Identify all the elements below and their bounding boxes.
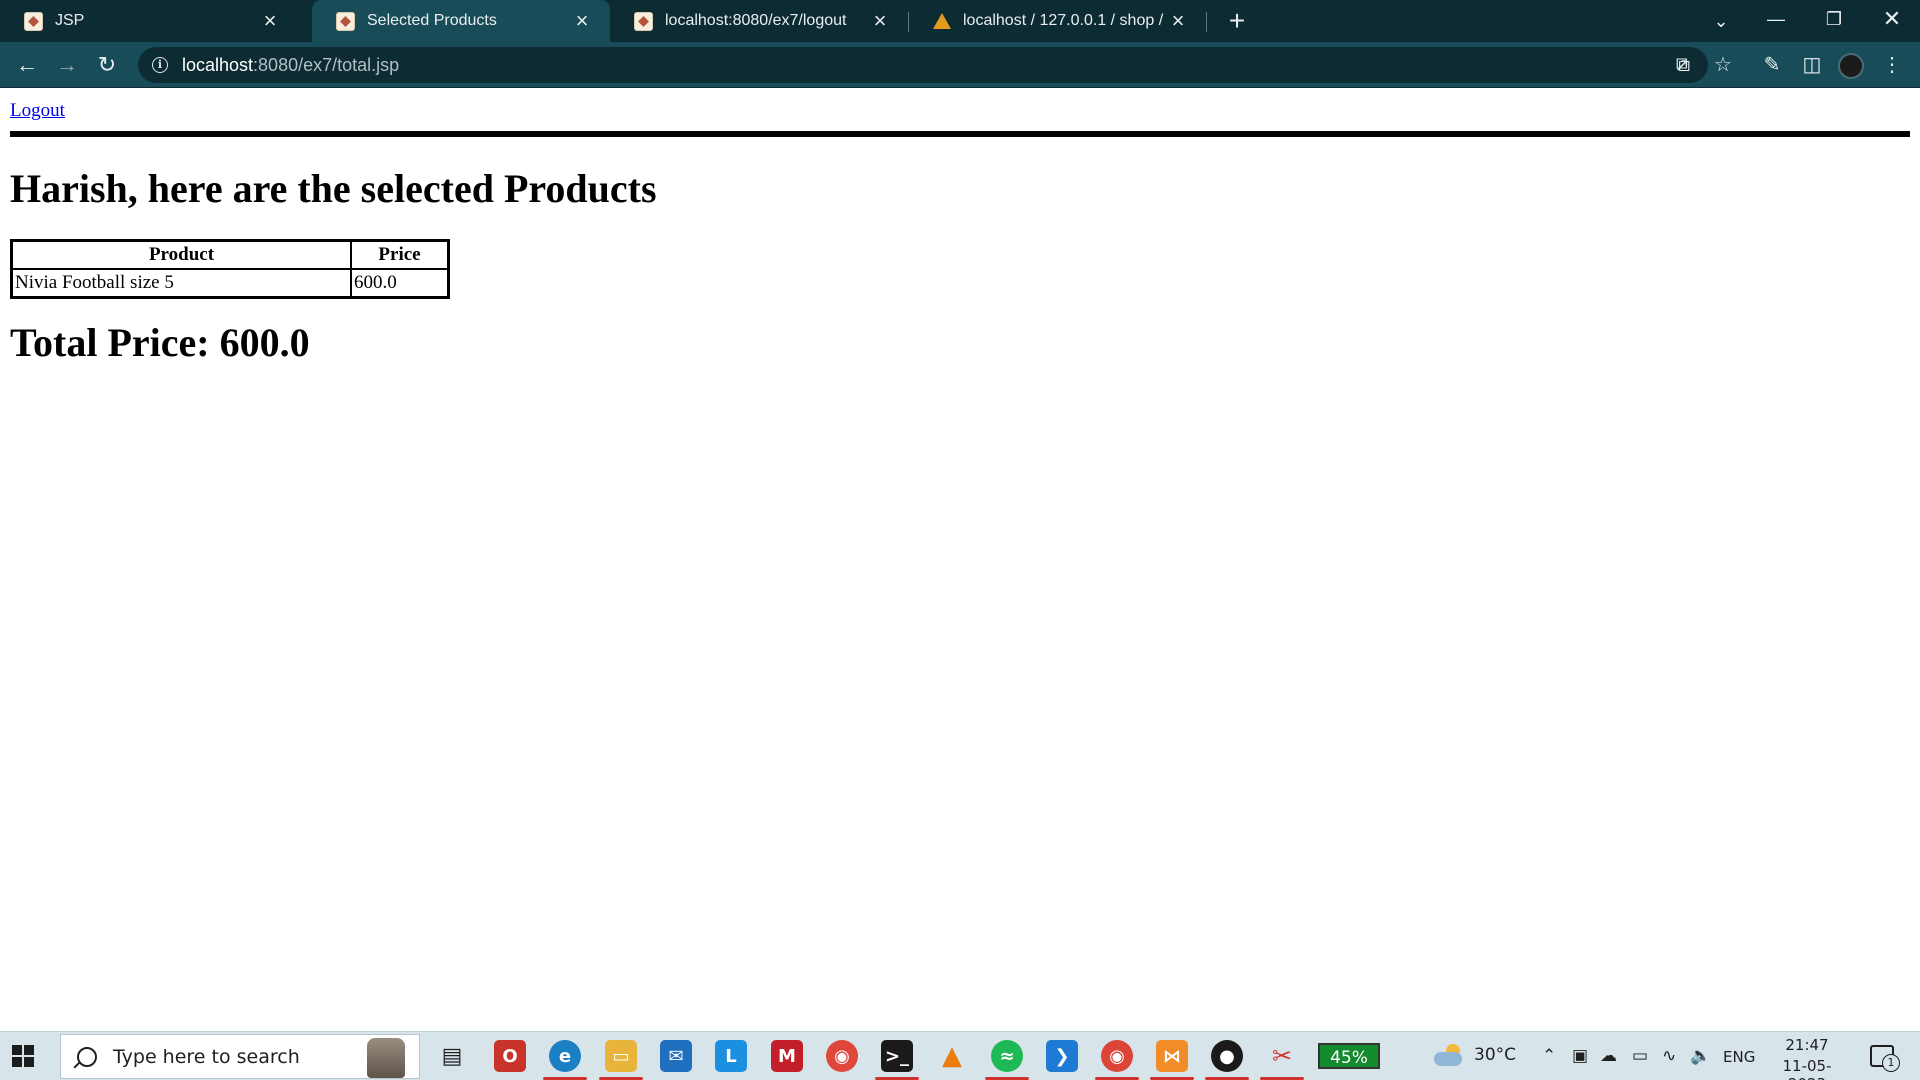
address-bar[interactable]: i localhost:8080/ex7/total.jsp ↗ bbox=[138, 47, 1708, 83]
tab-jsp[interactable]: JSP × bbox=[0, 0, 298, 42]
task-view-icon[interactable]: ▤ bbox=[436, 1040, 468, 1072]
cell-price: 600.0 bbox=[351, 269, 448, 297]
extensions-puzzle-icon[interactable]: ✎ bbox=[1758, 51, 1786, 79]
chrome-profile-icon[interactable]: ◉ bbox=[1101, 1040, 1133, 1072]
app-cortana-icon[interactable]: O bbox=[494, 1040, 526, 1072]
horizontal-rule bbox=[10, 131, 1910, 137]
tab-search-chevron-icon[interactable]: ⌄ bbox=[1706, 6, 1736, 36]
table-header-row: Product Price bbox=[12, 241, 448, 269]
page-favicon-icon bbox=[634, 11, 653, 31]
app-l-icon[interactable]: L bbox=[715, 1040, 747, 1072]
snipping-tool-icon[interactable]: ✂ bbox=[1266, 1040, 1298, 1072]
battery-percent-badge: 45% bbox=[1318, 1043, 1380, 1069]
language-indicator[interactable]: ENG bbox=[1723, 1048, 1755, 1066]
search-placeholder: Type here to search bbox=[113, 1045, 300, 1068]
profile-avatar[interactable] bbox=[1838, 53, 1864, 79]
chrome-icon[interactable]: ◉ bbox=[826, 1040, 858, 1072]
page-favicon-icon bbox=[336, 11, 355, 31]
vlc-icon[interactable]: ▲ bbox=[936, 1040, 968, 1072]
tab-close-icon[interactable]: × bbox=[870, 10, 890, 32]
battery-icon[interactable]: ▭ bbox=[1632, 1046, 1648, 1066]
xampp-icon[interactable]: ⋈ bbox=[1156, 1040, 1188, 1072]
url-path: :8080/ex7/total.jsp bbox=[253, 54, 400, 75]
notification-count-badge: 1 bbox=[1882, 1054, 1900, 1072]
github-icon[interactable]: ● bbox=[1211, 1040, 1243, 1072]
show-hidden-icons-chevron-icon[interactable]: ⌃ bbox=[1542, 1046, 1556, 1066]
page-title: Harish, here are the selected Products bbox=[10, 166, 657, 211]
vscode-icon[interactable]: ❯ bbox=[1046, 1040, 1078, 1072]
new-tab-button[interactable]: + bbox=[1222, 6, 1252, 36]
cell-product: Nivia Football size 5 bbox=[12, 269, 351, 297]
logout-link[interactable]: Logout bbox=[10, 100, 65, 122]
tab-separator bbox=[1206, 12, 1207, 32]
menu-kebab-icon[interactable]: ⋮ bbox=[1878, 51, 1906, 79]
edge-browser-icon[interactable]: e bbox=[549, 1040, 581, 1072]
total-price: Total Price: 600.0 bbox=[10, 320, 310, 365]
onedrive-cloud-icon[interactable]: ☁ bbox=[1600, 1046, 1617, 1066]
column-header-price: Price bbox=[351, 241, 448, 269]
clock-time[interactable]: 21:47 bbox=[1772, 1036, 1842, 1054]
windows-taskbar: Type here to search ▤ O e ▭ ✉ L M ◉ >_ ▲… bbox=[0, 1031, 1920, 1080]
weather-temperature[interactable]: 30°C bbox=[1474, 1045, 1516, 1065]
reload-icon[interactable]: ↻ bbox=[91, 49, 123, 81]
weather-cloud-sun-icon[interactable] bbox=[1434, 1044, 1464, 1066]
windows-start-icon[interactable] bbox=[12, 1045, 34, 1067]
forward-arrow-icon[interactable]: → bbox=[51, 49, 83, 81]
tab-title: localhost / 127.0.0.1 / shop / pro bbox=[963, 12, 1168, 29]
site-info-icon[interactable]: i bbox=[152, 57, 168, 73]
wifi-icon[interactable]: ∿ bbox=[1662, 1046, 1676, 1066]
share-icon[interactable]: ⧉ bbox=[1669, 51, 1697, 79]
mail-icon[interactable]: ✉ bbox=[660, 1040, 692, 1072]
minimize-icon[interactable]: — bbox=[1747, 0, 1805, 40]
mcafee-shield-icon[interactable]: M bbox=[771, 1040, 803, 1072]
close-window-icon[interactable]: ✕ bbox=[1863, 0, 1920, 40]
table-row: Nivia Football size 5 600.0 bbox=[12, 269, 448, 297]
tab-close-icon[interactable]: × bbox=[260, 10, 280, 32]
column-header-product: Product bbox=[12, 241, 351, 269]
browser-tab-strip: JSP × Selected Products × localhost:8080… bbox=[0, 0, 1920, 42]
side-panel-icon[interactable]: ◫ bbox=[1798, 51, 1826, 79]
back-arrow-icon[interactable]: ← bbox=[11, 49, 43, 81]
restore-icon[interactable]: ❐ bbox=[1805, 0, 1863, 40]
meet-now-icon[interactable]: ▣ bbox=[1572, 1046, 1588, 1066]
tab-close-icon[interactable]: × bbox=[1168, 10, 1188, 32]
volume-icon[interactable]: 🔈 bbox=[1690, 1046, 1711, 1066]
search-highlight-image bbox=[367, 1038, 405, 1078]
file-explorer-icon[interactable]: ▭ bbox=[605, 1040, 637, 1072]
bookmark-star-icon[interactable]: ☆ bbox=[1709, 51, 1737, 79]
tab-phpmyadmin[interactable]: localhost / 127.0.0.1 / shop / pro × bbox=[908, 0, 1206, 42]
tab-title: JSP bbox=[55, 12, 85, 29]
tab-title: localhost:8080/ex7/logout bbox=[665, 12, 847, 29]
phpmyadmin-favicon-icon bbox=[932, 12, 951, 31]
selected-products-table: Product Price Nivia Football size 5 600.… bbox=[10, 239, 450, 299]
clock-date[interactable]: 11-05-2023 bbox=[1764, 1057, 1850, 1080]
page-favicon-icon bbox=[24, 11, 43, 31]
page-content: Logout Harish, here are the selected Pro… bbox=[0, 89, 1920, 1031]
spotify-icon[interactable]: ≈ bbox=[991, 1040, 1023, 1072]
url-host: localhost bbox=[182, 54, 254, 75]
tab-close-icon[interactable]: × bbox=[572, 10, 592, 32]
search-icon bbox=[77, 1046, 97, 1067]
browser-toolbar: ← → ↻ i localhost:8080/ex7/total.jsp ↗ ⧉… bbox=[0, 42, 1920, 88]
taskbar-search-box[interactable]: Type here to search bbox=[60, 1034, 420, 1079]
tab-selected-products[interactable]: Selected Products × bbox=[312, 0, 610, 42]
tab-logout[interactable]: localhost:8080/ex7/logout × bbox=[610, 0, 908, 42]
tab-title: Selected Products bbox=[367, 12, 497, 29]
terminal-icon[interactable]: >_ bbox=[881, 1040, 913, 1072]
